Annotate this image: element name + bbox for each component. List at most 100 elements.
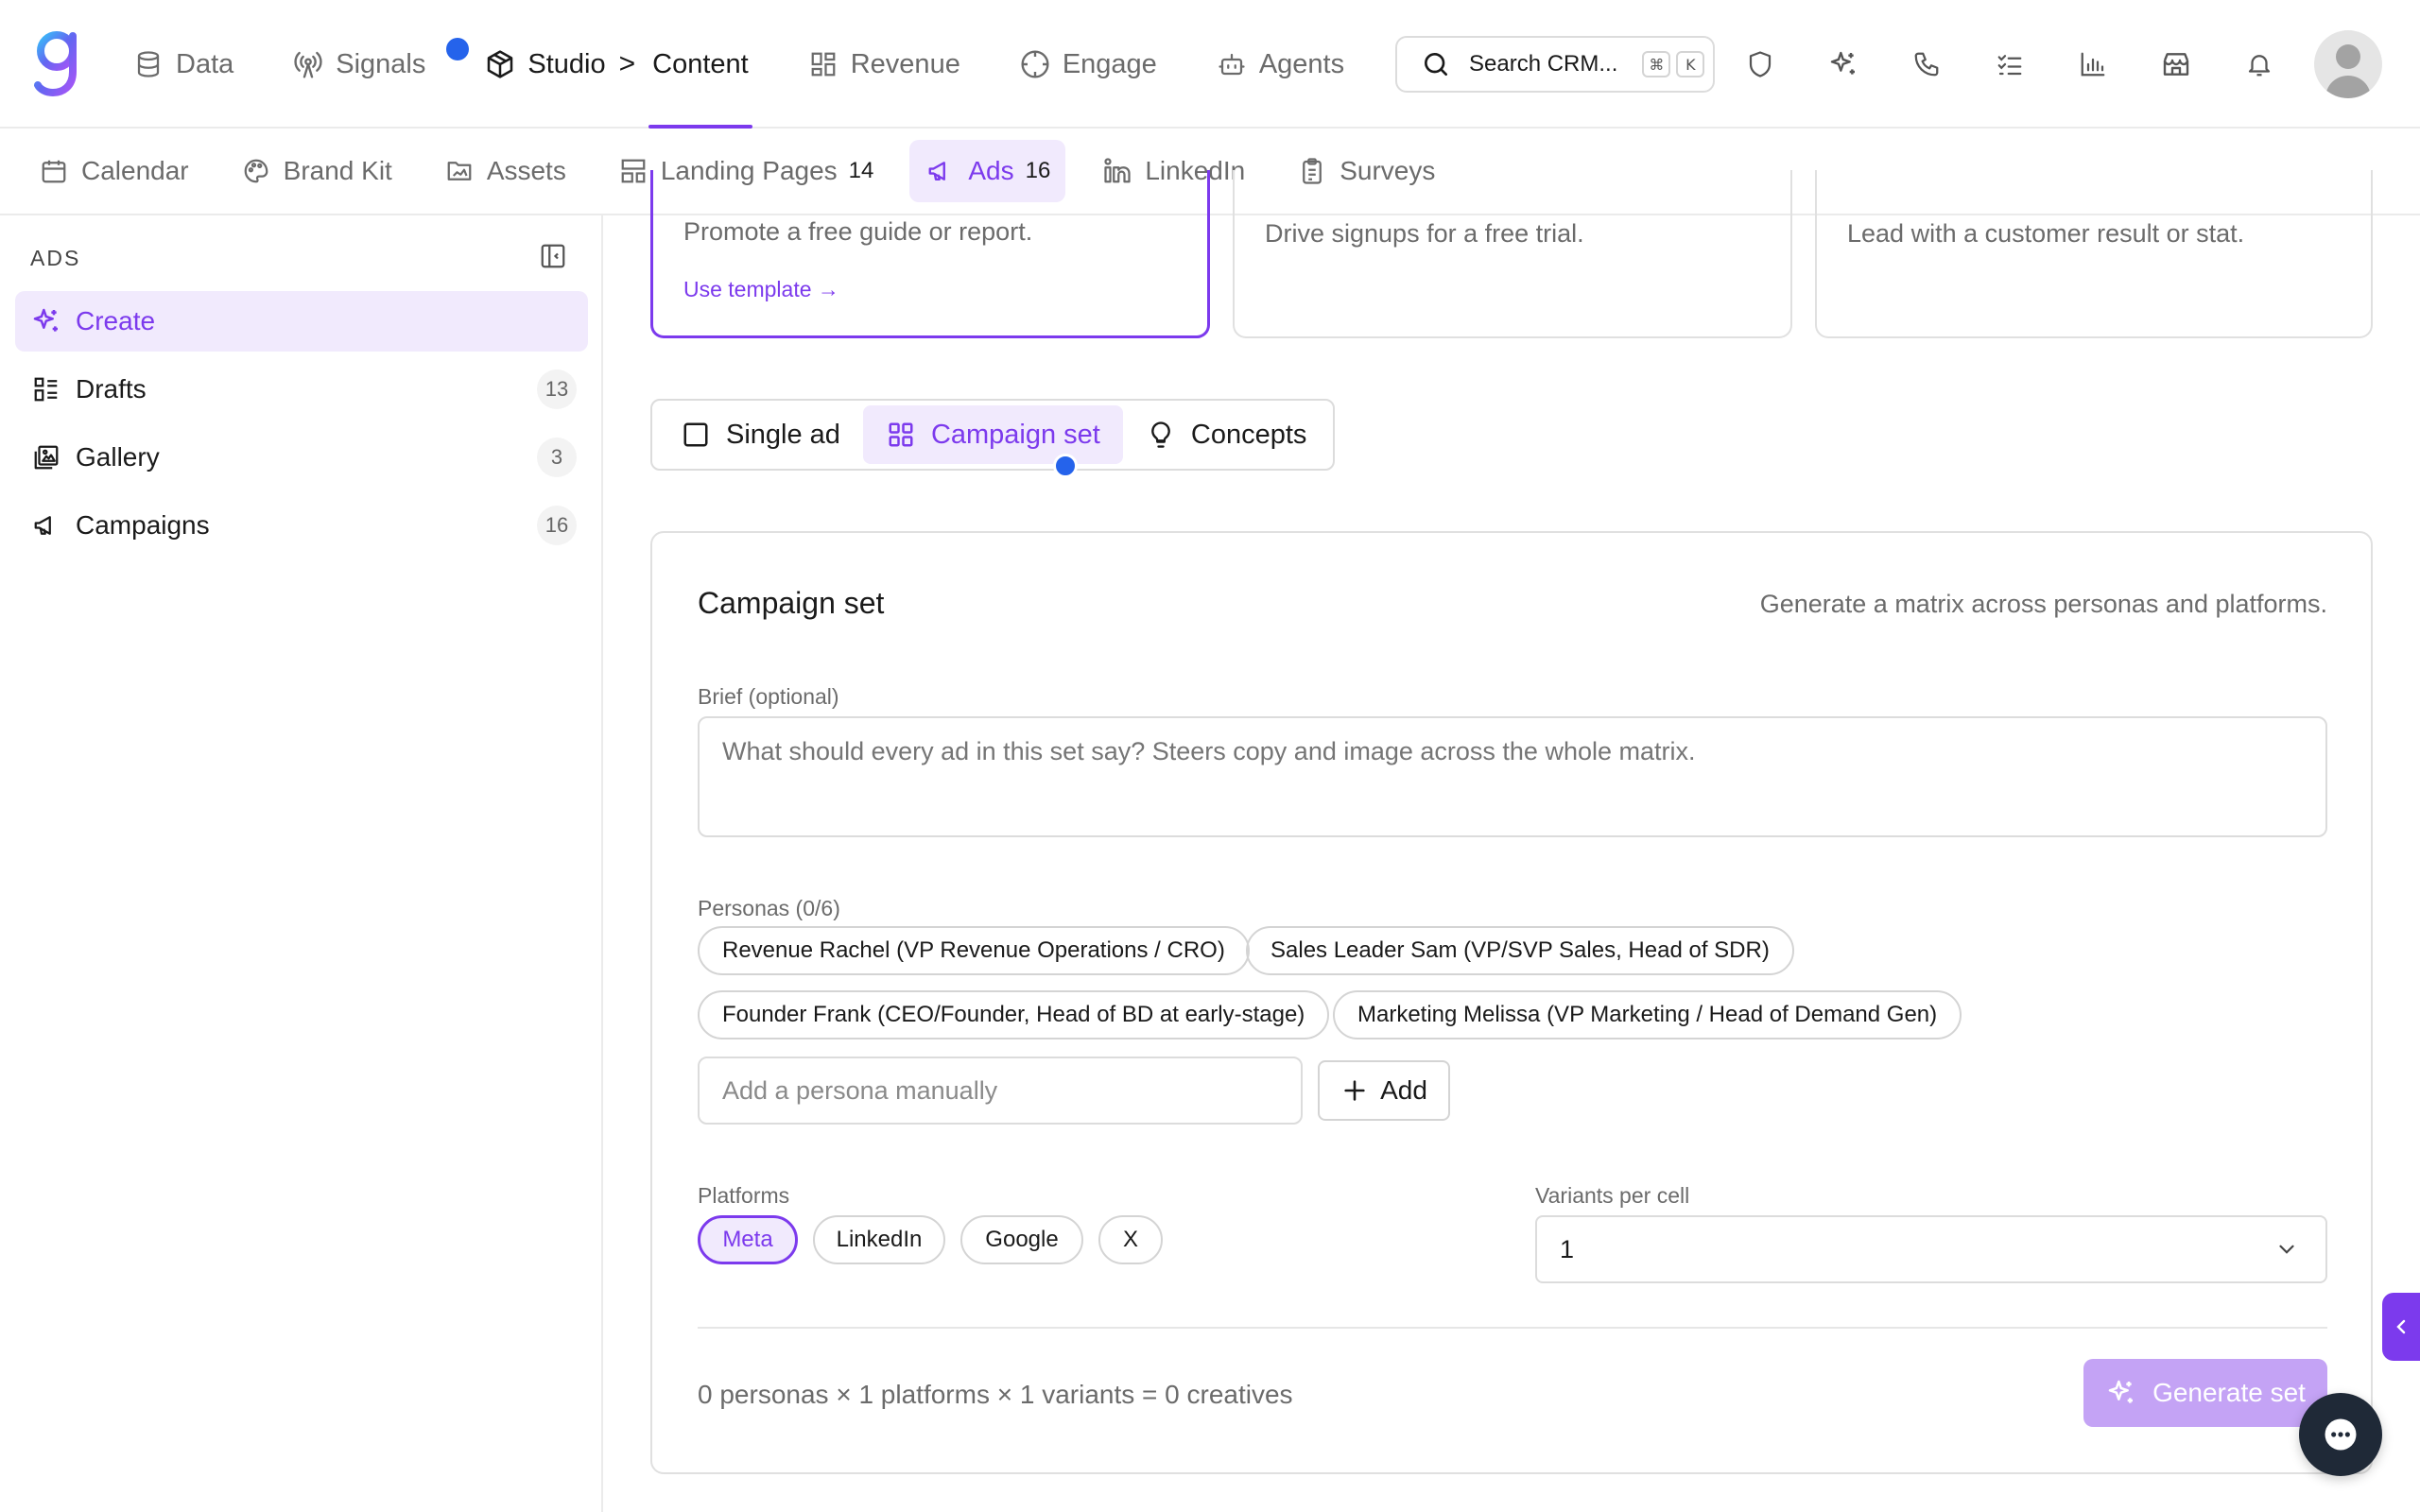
search-shortcut: ⌘ K bbox=[1636, 51, 1705, 77]
panel-subtitle: Generate a matrix across personas and pl… bbox=[1759, 590, 2327, 618]
collapse-sidebar-icon[interactable] bbox=[539, 242, 569, 272]
lightbulb-icon bbox=[1146, 420, 1176, 450]
template-card-guide[interactable]: Promote a free guide or report. Use temp… bbox=[650, 170, 1210, 338]
persona-chip[interactable]: Marketing Melissa (VP Marketing / Head o… bbox=[1333, 990, 1962, 1040]
generate-set-button[interactable]: Generate set bbox=[2083, 1359, 2327, 1427]
sidebar-item-badge: 13 bbox=[537, 369, 577, 409]
generate-set-label: Generate set bbox=[2152, 1378, 2306, 1407]
main-nav: Data Signals Studio > Content Revenue En… bbox=[132, 0, 1403, 129]
sparkles-icon[interactable] bbox=[1824, 38, 1862, 91]
brief-textarea[interactable] bbox=[698, 716, 2327, 837]
sidebar-item-gallery[interactable]: Gallery 3 bbox=[15, 427, 588, 488]
square-icon bbox=[681, 420, 711, 450]
variants-select[interactable]: 1 bbox=[1535, 1215, 2327, 1283]
layout-icon bbox=[617, 155, 649, 187]
sparkles-icon bbox=[30, 305, 62, 337]
bot-icon bbox=[1216, 48, 1248, 80]
nav-studio[interactable]: Studio bbox=[484, 0, 606, 129]
kbd-cmd: ⌘ bbox=[1642, 51, 1671, 77]
subnav-calendar-label: Calendar bbox=[81, 156, 189, 185]
calendar-icon bbox=[38, 155, 70, 187]
store-icon[interactable] bbox=[2157, 38, 2195, 91]
platform-chip-meta[interactable]: Meta bbox=[698, 1215, 798, 1264]
search-placeholder: Search CRM... bbox=[1469, 51, 1618, 77]
tab-single-ad[interactable]: Single ad bbox=[658, 405, 863, 464]
platform-chip-linkedin[interactable]: LinkedIn bbox=[813, 1215, 945, 1264]
cursor-indicator-dot bbox=[446, 38, 469, 60]
persona-chip[interactable]: Sales Leader Sam (VP/SVP Sales, Head of … bbox=[1246, 926, 1794, 975]
breadcrumb-separator: > bbox=[618, 48, 636, 79]
sidebar-item-badge: 3 bbox=[537, 438, 577, 477]
add-persona-button[interactable]: Add bbox=[1318, 1060, 1450, 1121]
toolbar-icons bbox=[1741, 38, 2324, 91]
grid-icon bbox=[807, 48, 839, 80]
subnav-calendar[interactable]: Calendar bbox=[23, 140, 204, 202]
tab-campaign-set[interactable]: Campaign set bbox=[862, 405, 1123, 464]
template-card-trial[interactable]: Drive signups for a free trial. bbox=[1233, 170, 1792, 338]
palette-icon bbox=[240, 155, 272, 187]
platform-chip-google[interactable]: Google bbox=[960, 1215, 1083, 1264]
personas-label: Personas (0/6) bbox=[698, 896, 840, 920]
open-side-panel-button[interactable] bbox=[2382, 1293, 2420, 1361]
template-description: Drive signups for a free trial. bbox=[1265, 219, 1584, 248]
chevron-left-icon bbox=[2390, 1315, 2412, 1338]
sidebar-item-drafts[interactable]: Drafts 13 bbox=[15, 359, 588, 420]
search-box[interactable]: Search CRM... ⌘ K bbox=[1395, 36, 1715, 93]
database-icon bbox=[132, 48, 164, 80]
subnav-assets[interactable]: Assets bbox=[428, 140, 581, 202]
nav-agents[interactable]: Agents bbox=[1216, 0, 1344, 129]
cursor-indicator-dot bbox=[1053, 454, 1078, 478]
nav-content-label: Content bbox=[652, 48, 749, 79]
search-icon bbox=[1420, 48, 1452, 80]
kbd-k: K bbox=[1676, 51, 1705, 77]
checklist-icon[interactable] bbox=[1991, 38, 2029, 91]
chevron-down-icon bbox=[2273, 1235, 2301, 1263]
brief-label: Brief (optional) bbox=[698, 684, 839, 709]
package-icon bbox=[484, 48, 516, 80]
use-template-link[interactable]: Use template → bbox=[683, 277, 1177, 302]
plus-icon bbox=[1340, 1076, 1369, 1105]
nav-engage-label: Engage bbox=[1062, 48, 1157, 79]
folder-image-icon bbox=[443, 155, 475, 187]
sidebar-item-label: Create bbox=[76, 306, 156, 335]
panel-divider bbox=[698, 1327, 2327, 1329]
chat-launcher-button[interactable] bbox=[2299, 1393, 2382, 1476]
persona-chip[interactable]: Revenue Rachel (VP Revenue Operations / … bbox=[698, 926, 1250, 975]
nav-data[interactable]: Data bbox=[132, 0, 233, 129]
broadcast-icon bbox=[292, 48, 324, 80]
platform-chip-x[interactable]: X bbox=[1098, 1215, 1163, 1264]
tab-label: Campaign set bbox=[930, 419, 1100, 450]
list-icon bbox=[30, 373, 62, 405]
subnav-brand-kit-label: Brand Kit bbox=[283, 156, 392, 185]
shield-icon[interactable] bbox=[1741, 38, 1779, 91]
phone-icon[interactable] bbox=[1908, 38, 1945, 91]
nav-engage[interactable]: Engage bbox=[1019, 0, 1157, 129]
sidebar-item-create[interactable]: Create bbox=[15, 291, 588, 352]
add-persona-input[interactable] bbox=[698, 1057, 1303, 1125]
template-description: Promote a free guide or report. bbox=[683, 217, 1033, 246]
creatives-formula: 0 personas × 1 platforms × 1 variants = … bbox=[698, 1380, 1293, 1409]
add-button-label: Add bbox=[1380, 1075, 1427, 1105]
sidebar-item-badge: 16 bbox=[537, 506, 577, 545]
sidebar-item-label: Campaigns bbox=[76, 510, 210, 540]
sidebar-item-campaigns[interactable]: Campaigns 16 bbox=[15, 495, 588, 556]
app-logo[interactable] bbox=[32, 28, 83, 98]
tab-concepts[interactable]: Concepts bbox=[1123, 405, 1330, 464]
nav-revenue-label: Revenue bbox=[850, 48, 960, 79]
nav-data-label: Data bbox=[176, 48, 234, 79]
nav-signals[interactable]: Signals bbox=[292, 0, 425, 129]
bar-chart-icon[interactable] bbox=[2074, 38, 2112, 91]
sidebar-item-label: Drafts bbox=[76, 374, 147, 404]
subnav-brand-kit[interactable]: Brand Kit bbox=[225, 140, 407, 202]
bell-icon[interactable] bbox=[2240, 38, 2278, 91]
nav-revenue[interactable]: Revenue bbox=[807, 0, 960, 129]
sidebar-heading: ADS bbox=[30, 246, 81, 270]
user-avatar[interactable] bbox=[2314, 30, 2382, 98]
nav-content[interactable]: Content bbox=[648, 0, 752, 129]
grid-icon bbox=[886, 420, 916, 450]
platforms-label: Platforms bbox=[698, 1183, 790, 1208]
variants-label: Variants per cell bbox=[1535, 1183, 1690, 1208]
template-card-result[interactable]: Lead with a customer result or stat. bbox=[1815, 170, 2373, 338]
persona-chip[interactable]: Founder Frank (CEO/Founder, Head of BD a… bbox=[698, 990, 1330, 1040]
campaign-set-panel: Campaign set Generate a matrix across pe… bbox=[650, 531, 2373, 1474]
